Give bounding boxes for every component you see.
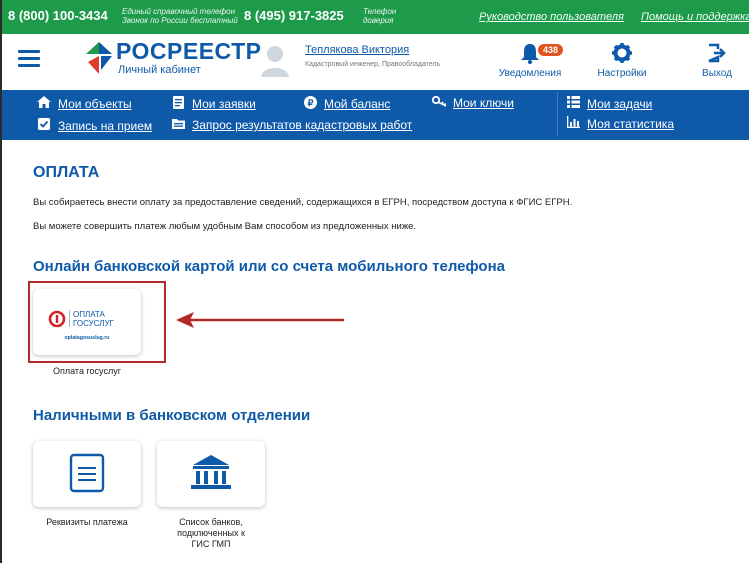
hotline-phone[interactable]: 8 (800) 100-3434 [8, 8, 108, 23]
nav-item-my-requests[interactable]: Мои заявки [170, 96, 256, 112]
trust-note-line1: Телефон [363, 7, 397, 16]
nav-label: Мой баланс [324, 97, 391, 111]
nav-label: Мои задачи [587, 96, 653, 111]
pointer-arrow-icon [176, 312, 344, 328]
folder-icon [170, 118, 186, 132]
nav-item-my-objects[interactable]: Мои объекты [36, 96, 132, 111]
nav-item-my-keys[interactable]: Мои ключи [431, 95, 514, 110]
oplata-gosuslug-label: Оплата госуслуг [53, 366, 121, 376]
cash-section-title: Наличными в банковском отделении [33, 407, 311, 424]
hotline-note-line1: Единый справочный телефон [122, 7, 236, 16]
nav-item-appointment[interactable]: Запись на прием [36, 118, 152, 133]
main-navigation: Мои объекты Мои заявки ₽ Мой баланс Мои … [0, 90, 749, 140]
nav-label: Мои ключи [453, 96, 514, 110]
banks-label-line2: подключенных к [177, 528, 245, 538]
page-title: ОПЛАТА [33, 164, 100, 181]
document-icon [170, 96, 186, 112]
payment-requisites-card[interactable] [33, 441, 141, 507]
nav-label: Мои заявки [192, 97, 256, 111]
hotline-note-line2: Звонок по России бесплатный [122, 16, 238, 25]
settings-label: Настройки [597, 68, 647, 79]
hotline-note: Единый справочный телефон Звонок по Росс… [122, 7, 238, 25]
home-icon [36, 96, 52, 111]
online-section-title: Онлайн банковской картой или со счета мо… [33, 258, 505, 275]
nav-item-my-tasks[interactable]: Мои задачи [565, 96, 652, 111]
rosreestr-logo-icon [86, 42, 112, 74]
chart-icon [565, 116, 581, 131]
payment-requisites-label: Реквизиты платежа [46, 517, 128, 527]
notifications-label: Уведомления [498, 68, 562, 79]
bank-building-icon [191, 455, 231, 489]
trust-phone[interactable]: 8 (495) 917-3825 [244, 8, 344, 23]
balance-icon: ₽ [302, 96, 318, 112]
method-paragraph: Вы можете совершить платеж любым удобным… [33, 221, 417, 232]
gear-icon [612, 43, 632, 63]
banks-list-card[interactable] [157, 441, 265, 507]
logout-label: Выход [702, 68, 732, 79]
tasks-icon [565, 96, 581, 111]
menu-icon[interactable] [18, 50, 40, 67]
top-info-bar: 8 (800) 100-3434 Единый справочный телеф… [0, 0, 749, 34]
trust-note: Телефон доверия [363, 7, 396, 25]
nav-label: Запись на прием [58, 118, 153, 133]
intro-paragraph: Вы собираетесь внести оплату за предоста… [33, 197, 573, 208]
svg-text:₽: ₽ [307, 98, 313, 108]
checkbox-icon [36, 118, 52, 133]
banks-list-label: Список банков, подключенных к ГИС ГМП [157, 517, 265, 550]
nav-label: Мои объекты [58, 96, 132, 111]
user-role: Кадастровый инженер, Правообладатель [305, 61, 441, 68]
highlight-frame [28, 281, 166, 363]
trust-note-line2: доверия [363, 16, 394, 25]
key-icon [431, 95, 447, 110]
logout-button[interactable]: Выход [691, 42, 743, 79]
logout-icon [708, 43, 726, 63]
nav-item-cadastral-results[interactable]: Запрос результатов кадастровых работ [170, 118, 412, 132]
avatar[interactable] [260, 43, 290, 77]
nav-item-my-statistics[interactable]: Моя статистика [565, 116, 674, 131]
banks-label-line3: ГИС ГМП [191, 539, 231, 549]
notifications-button[interactable]: 438 Уведомления [494, 42, 566, 79]
left-border [0, 0, 2, 563]
nav-label: Запрос результатов кадастровых работ [192, 118, 413, 132]
settings-button[interactable]: Настройки [592, 42, 652, 79]
user-name-link[interactable]: Теплякова Виктория [305, 44, 409, 56]
site-header: РОСРЕЕСТР Личный кабинет Теплякова Викто… [0, 34, 749, 90]
logo-subtitle: Личный кабинет [118, 64, 201, 76]
logo-title[interactable]: РОСРЕЕСТР [116, 38, 262, 65]
banks-label-line1: Список банков, [179, 517, 243, 527]
user-guide-link[interactable]: Руководство пользователя [479, 11, 624, 23]
document-lines-icon [69, 453, 105, 493]
help-support-link[interactable]: Помощь и поддержка [641, 11, 749, 23]
nav-divider [557, 92, 558, 136]
nav-label: Моя статистика [587, 116, 674, 131]
nav-item-my-balance[interactable]: ₽ Мой баланс [302, 96, 390, 112]
notifications-count-badge: 438 [538, 44, 564, 56]
